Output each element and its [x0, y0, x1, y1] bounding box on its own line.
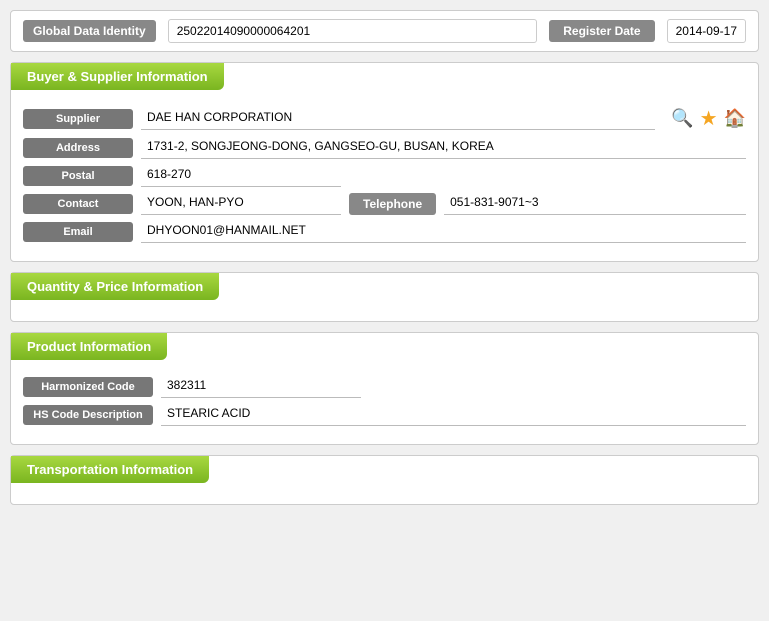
supplier-row: Supplier DAE HAN CORPORATION 🔍 ★ 🏠 — [23, 106, 746, 131]
identity-bar: Global Data Identity 2502201409000006420… — [10, 10, 759, 52]
product-section: Product Information Harmonized Code 3823… — [10, 332, 759, 445]
global-data-identity-label: Global Data Identity — [23, 20, 156, 42]
email-row: Email DHYOON01@HANMAIL.NET — [23, 221, 746, 243]
quantity-price-section: Quantity & Price Information — [10, 272, 759, 322]
harmonized-code-label: Harmonized Code — [23, 377, 153, 397]
star-icon[interactable]: ★ — [700, 106, 718, 131]
contact-label: Contact — [23, 194, 133, 214]
supplier-value: DAE HAN CORPORATION — [141, 108, 655, 130]
postal-value: 618-270 — [141, 165, 341, 187]
home-icon[interactable]: 🏠 — [724, 108, 746, 129]
supplier-icons: 🔍 ★ 🏠 — [671, 106, 746, 131]
search-icon[interactable]: 🔍 — [671, 108, 693, 129]
register-date-value: 2014-09-17 — [667, 19, 746, 43]
contact-value: YOON, HAN-PYO — [141, 193, 341, 215]
address-row: Address 1731-2, SONGJEONG-DONG, GANGSEO-… — [23, 137, 746, 159]
harmonized-code-value: 382311 — [161, 376, 361, 398]
telephone-value: 051-831-9071~3 — [444, 193, 746, 215]
hs-code-desc-label: HS Code Description — [23, 405, 153, 425]
address-value: 1731-2, SONGJEONG-DONG, GANGSEO-GU, BUSA… — [141, 137, 746, 159]
buyer-supplier-section: Buyer & Supplier Information Supplier DA… — [10, 62, 759, 262]
hs-code-desc-row: HS Code Description STEARIC ACID — [23, 404, 746, 426]
email-value: DHYOON01@HANMAIL.NET — [141, 221, 746, 243]
global-data-identity-value: 25022014090000064201 — [168, 19, 538, 43]
transportation-section: Transportation Information — [10, 455, 759, 505]
telephone-button[interactable]: Telephone — [349, 193, 436, 215]
buyer-supplier-header: Buyer & Supplier Information — [11, 63, 224, 90]
postal-row: Postal 618-270 — [23, 165, 746, 187]
transportation-header: Transportation Information — [11, 456, 209, 483]
product-header: Product Information — [11, 333, 167, 360]
email-label: Email — [23, 222, 133, 242]
supplier-label: Supplier — [23, 109, 133, 129]
register-date-button[interactable]: Register Date — [549, 20, 654, 42]
harmonized-code-row: Harmonized Code 382311 — [23, 376, 746, 398]
postal-label: Postal — [23, 166, 133, 186]
hs-code-desc-value: STEARIC ACID — [161, 404, 746, 426]
page-wrapper: Global Data Identity 2502201409000006420… — [10, 10, 759, 505]
address-label: Address — [23, 138, 133, 158]
contact-row: Contact YOON, HAN-PYO Telephone 051-831-… — [23, 193, 746, 215]
quantity-price-header: Quantity & Price Information — [11, 273, 219, 300]
